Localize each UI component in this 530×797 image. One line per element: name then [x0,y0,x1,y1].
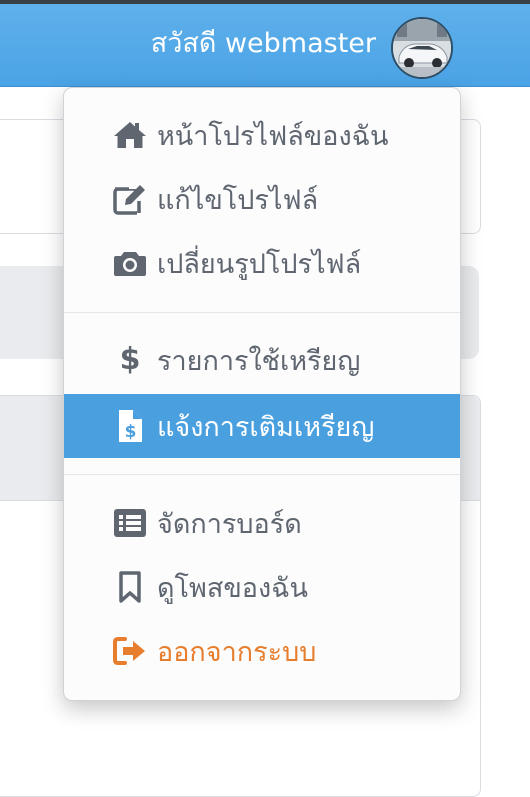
avatar-image [393,19,451,77]
menu-item-logout[interactable]: ออกจากระบบ [64,619,460,683]
sign-out-icon [111,637,149,665]
menu-item-manage-board[interactable]: จัดการบอร์ด [64,491,460,555]
menu-item-label: จัดการบอร์ด [157,508,302,540]
menu-item-label: แจ้งการเติมเหรียญ [157,411,375,443]
invoice-dollar-icon: $ [111,409,149,443]
user-greeting[interactable]: สวัสดี webmaster [151,24,376,64]
menu-item-change-photo[interactable]: เปลี่ยนรูปโปรไฟล์ [64,231,460,295]
menu-item-label: หน้าโปรไฟล์ของฉัน [157,120,389,152]
bookmark-icon [111,571,149,603]
svg-text:$: $ [125,422,137,442]
user-dropdown-menu: หน้าโปรไฟล์ของฉัน แก้ไขโปรไฟล์ เปลี่ยนรู… [63,87,461,701]
menu-item-label: รายการใช้เหรียญ [157,345,361,377]
menu-item-label: ออกจากระบบ [157,636,317,668]
camera-icon [111,249,149,277]
edit-icon [111,183,149,215]
home-icon [111,120,149,150]
menu-divider [64,474,460,475]
top-navbar: สวัสดี webmaster [0,4,530,87]
menu-item-label: แก้ไขโปรไฟล์ [157,184,319,216]
menu-divider [64,312,460,313]
dollar-icon: $ [119,342,141,377]
menu-item-edit-profile[interactable]: แก้ไขโปรไฟล์ [64,167,460,231]
menu-item-report-top-up[interactable]: $ แจ้งการเติมเหรียญ [64,394,460,458]
menu-item-label: เปลี่ยนรูปโปรไฟล์ [157,248,362,280]
menu-item-label: ดูโพสของฉัน [157,572,309,604]
menu-item-my-profile[interactable]: หน้าโปรไฟล์ของฉัน [64,103,460,167]
user-avatar[interactable] [391,17,453,79]
menu-item-coin-history[interactable]: $ รายการใช้เหรียญ [64,328,460,392]
menu-item-my-posts[interactable]: ดูโพสของฉัน [64,555,460,619]
list-icon [111,509,149,537]
